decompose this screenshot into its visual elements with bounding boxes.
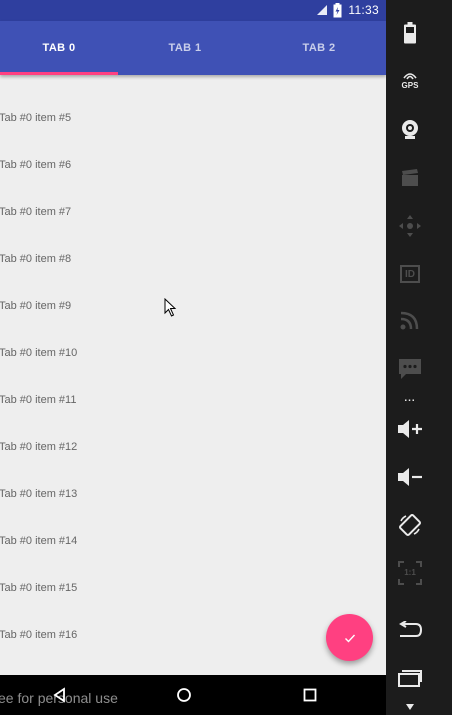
emulator-toolbar: GPS ID ... 1:1 xyxy=(386,0,452,715)
rotate-button[interactable] xyxy=(386,507,434,543)
mouse-cursor-icon xyxy=(164,298,177,317)
home-button[interactable] xyxy=(174,685,194,705)
webcam-icon xyxy=(402,120,418,139)
list-item[interactable]: Tab #0 item #6 xyxy=(0,141,386,188)
list-item[interactable]: Tab #0 item #7 xyxy=(0,188,386,235)
dpad-button[interactable] xyxy=(386,208,434,244)
screen-record-button[interactable] xyxy=(386,160,434,196)
gps-label: GPS xyxy=(401,80,419,90)
item-list[interactable]: Tab #0 item #5 Tab #0 item #6 Tab #0 ite… xyxy=(0,75,386,675)
rss-icon xyxy=(400,311,419,330)
list-item[interactable]: Tab #0 item #11 xyxy=(0,376,386,423)
list-item-label: Tab #0 item #14 xyxy=(0,534,78,547)
message-icon xyxy=(399,359,421,379)
recents-button[interactable] xyxy=(300,685,320,705)
signal-icon xyxy=(317,5,327,15)
caret-down-icon xyxy=(406,704,414,710)
battery-charging-icon xyxy=(333,3,342,18)
back-button[interactable] xyxy=(50,685,70,705)
list-item-label: Tab #0 item #13 xyxy=(0,487,78,500)
tab-bar: TAB 0 TAB 1 TAB 2 xyxy=(0,21,386,75)
tab-1[interactable]: TAB 1 xyxy=(118,21,252,75)
list-item-label: Tab #0 item #7 xyxy=(0,205,72,218)
list-item-label: Tab #0 item #9 xyxy=(0,299,72,312)
tab-2[interactable]: TAB 2 xyxy=(252,21,386,75)
id-label: ID xyxy=(405,268,415,280)
volume-up-button[interactable] xyxy=(386,411,434,447)
device-screen: 11:33 TAB 0 TAB 1 TAB 2 Tab #0 item #5 T… xyxy=(0,0,386,715)
scale-button[interactable]: 1:1 xyxy=(386,555,434,591)
list-item-label: Tab #0 item #12 xyxy=(0,440,78,453)
device-id-button[interactable]: ID xyxy=(386,256,434,292)
emulator-back-button[interactable] xyxy=(386,612,434,648)
list-item-label: Tab #0 item #10 xyxy=(0,346,78,359)
back-triangle-icon xyxy=(53,687,65,703)
battery-icon xyxy=(404,22,416,44)
dpad-icon xyxy=(399,215,421,237)
list-item[interactable]: Tab #0 item #5 xyxy=(0,94,386,141)
list-item-label: Tab #0 item #15 xyxy=(0,581,78,594)
status-time: 11:33 xyxy=(348,3,379,17)
rotate-icon xyxy=(399,514,421,536)
list-item-label: Tab #0 item #6 xyxy=(0,158,72,171)
list-item-label: Tab #0 item #8 xyxy=(0,252,72,265)
gps-button[interactable]: GPS xyxy=(386,62,434,98)
tab-2-label: TAB 2 xyxy=(302,42,336,54)
list-item-label: Tab #0 item #5 xyxy=(0,111,72,124)
back-arrow-icon xyxy=(399,621,423,637)
emulator-more-button[interactable] xyxy=(386,700,434,714)
network-button[interactable] xyxy=(386,302,434,338)
list-item-label: Tab #0 item #11 xyxy=(0,393,77,406)
list-item[interactable]: Tab #0 item #15 xyxy=(0,564,386,611)
emulator-overview-button[interactable] xyxy=(386,660,434,696)
status-bar: 11:33 xyxy=(0,0,386,21)
list-item-label: Tab #0 item #16 xyxy=(0,628,78,641)
tab-0-label: TAB 0 xyxy=(42,42,76,54)
more-dots[interactable]: ... xyxy=(396,394,424,404)
volume-up-icon xyxy=(398,420,422,438)
home-circle-icon xyxy=(177,688,191,702)
clapperboard-icon xyxy=(402,169,418,186)
recents-square-icon xyxy=(303,688,317,702)
battery-button[interactable] xyxy=(386,15,434,51)
scale-icon: 1:1 xyxy=(398,561,422,585)
check-icon xyxy=(344,634,355,643)
list-item[interactable]: Tab #0 item #8 xyxy=(0,235,386,282)
scale-label: 1:1 xyxy=(404,568,416,577)
overview-icon xyxy=(398,670,422,687)
volume-down-button[interactable] xyxy=(386,459,434,495)
list-item[interactable]: Tab #0 item #9 xyxy=(0,282,386,329)
list-item[interactable]: Tab #0 item #14 xyxy=(0,517,386,564)
volume-down-icon xyxy=(398,468,422,486)
sms-button[interactable] xyxy=(386,351,434,387)
floating-action-button[interactable] xyxy=(326,614,373,661)
tab-0[interactable]: TAB 0 xyxy=(0,21,118,75)
camera-button[interactable] xyxy=(386,111,434,147)
list-item[interactable]: Tab #0 item #12 xyxy=(0,423,386,470)
list-item[interactable]: Tab #0 item #13 xyxy=(0,470,386,517)
id-card-icon: ID xyxy=(400,265,420,283)
tab-1-label: TAB 1 xyxy=(168,42,202,54)
gps-icon: GPS xyxy=(401,71,419,90)
list-item[interactable]: Tab #0 item #10 xyxy=(0,329,386,376)
